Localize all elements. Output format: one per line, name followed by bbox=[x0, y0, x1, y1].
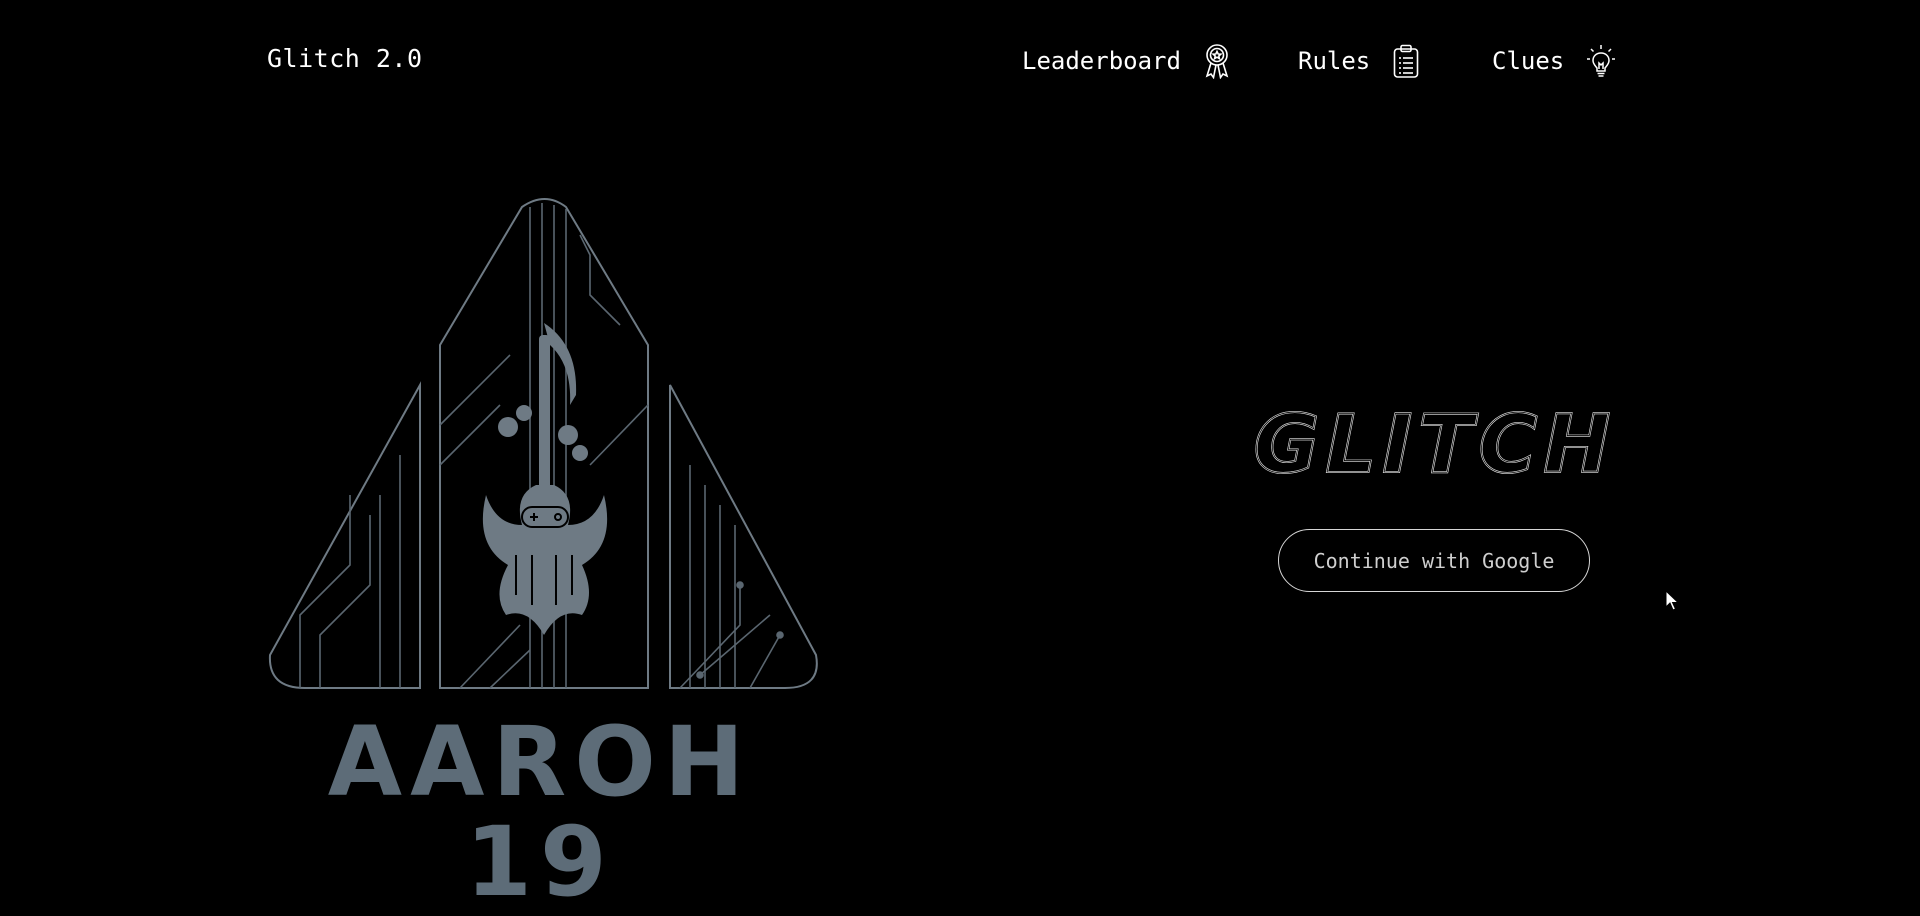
nav-leaderboard[interactable]: Leaderboard bbox=[1022, 40, 1231, 82]
brand-link[interactable]: Glitch 2.0 bbox=[267, 44, 423, 73]
nav-rules[interactable]: Rules bbox=[1298, 40, 1420, 82]
lightbulb-icon bbox=[1586, 43, 1616, 79]
aaroh-logo bbox=[268, 198, 818, 689]
nav-rules-label: Rules bbox=[1298, 47, 1371, 75]
mouse-cursor-icon bbox=[1665, 590, 1680, 611]
continue-with-google-button[interactable]: Continue with Google bbox=[1278, 529, 1590, 592]
nav-leaderboard-label: Leaderboard bbox=[1022, 47, 1181, 75]
glitch-title: GLITCH GLITCH bbox=[1253, 400, 1617, 490]
nav-clues[interactable]: Clues bbox=[1492, 40, 1616, 82]
award-ribbon-icon bbox=[1203, 43, 1231, 79]
nav-clues-label: Clues bbox=[1492, 47, 1565, 75]
aaroh-logo-text: AAROH 19 bbox=[327, 706, 753, 916]
glitch-title-inner-outline: GLITCH bbox=[1254, 400, 1617, 490]
clipboard-list-icon bbox=[1392, 43, 1420, 79]
